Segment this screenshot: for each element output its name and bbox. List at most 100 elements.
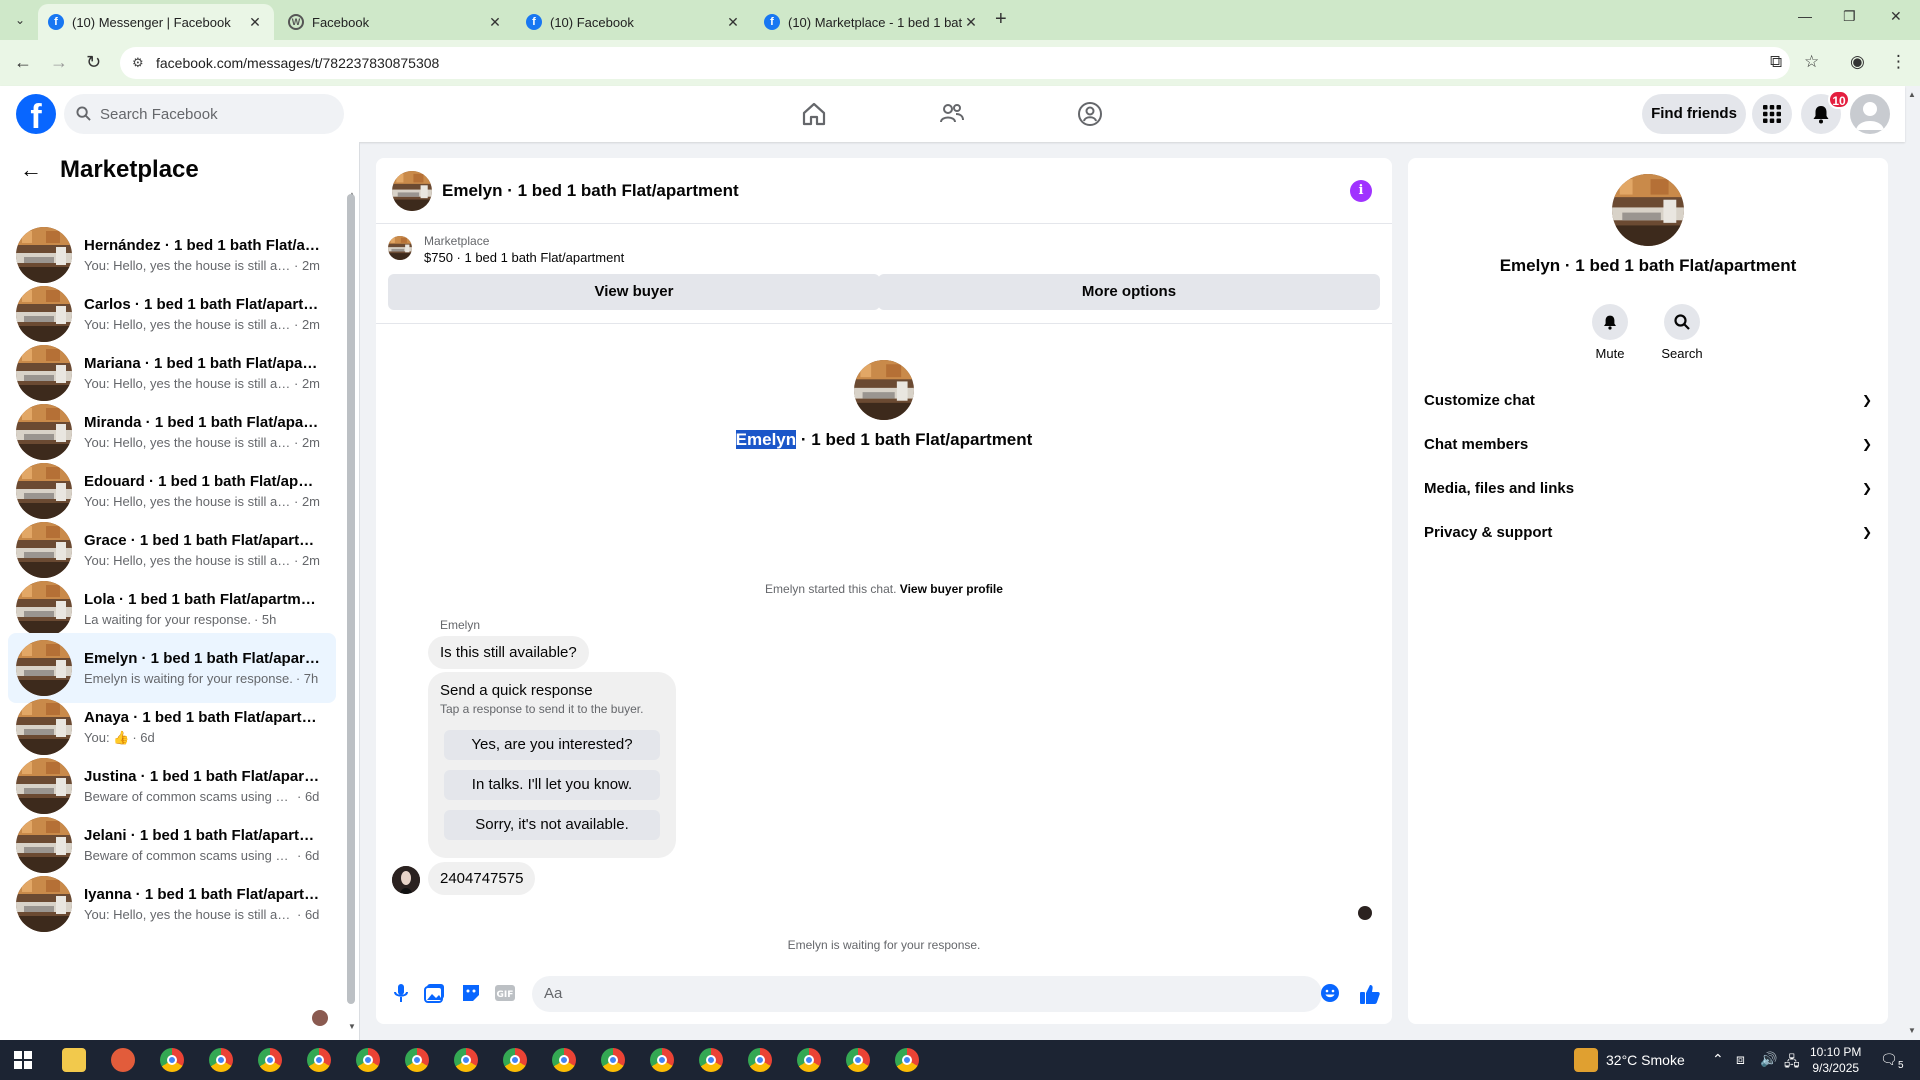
chrome-icon[interactable] — [356, 1048, 380, 1072]
new-tab-button[interactable]: + — [995, 8, 1007, 31]
tab-title: Facebook — [312, 14, 370, 30]
back-arrow-icon[interactable]: ← — [14, 52, 32, 73]
mute-action[interactable]: Mute — [1580, 304, 1640, 361]
view-buyer-profile-link[interactable]: View buyer profile — [900, 582, 1003, 596]
chrome-icon[interactable] — [650, 1048, 674, 1072]
file-explorer-icon[interactable] — [62, 1048, 86, 1072]
conversation-avatar — [16, 227, 72, 283]
chat-members-row[interactable]: Chat members ❯ — [1424, 426, 1872, 462]
windows-start-icon[interactable] — [14, 1051, 32, 1069]
conversation-name: Miranda · 1 bed 1 bath Flat/apartment — [84, 414, 320, 431]
network-icon[interactable]: 🖧 — [1784, 1051, 1800, 1075]
bookmark-star-icon[interactable]: ☆ — [1804, 52, 1819, 72]
chrome-icon[interactable] — [846, 1048, 870, 1072]
conversation-name: Hernández · 1 bed 1 bath Flat/apartment — [84, 237, 320, 254]
tray-chevron-icon[interactable]: ⌃ — [1712, 1051, 1724, 1068]
chrome-icon[interactable] — [454, 1048, 478, 1072]
chat-avatar[interactable] — [392, 170, 432, 211]
account-avatar[interactable] — [1850, 94, 1890, 134]
conversation-preview: You: Hello, yes the house is still avail… — [84, 494, 320, 509]
volume-icon[interactable]: 🔊 — [1760, 1051, 1777, 1068]
menu-dots-icon[interactable]: ⋮ — [1890, 52, 1907, 72]
message-input[interactable]: Aa — [532, 976, 1322, 1012]
page-scroll-down-icon[interactable]: ▼ — [1908, 1026, 1916, 1035]
paint-app-icon[interactable] — [111, 1048, 135, 1072]
message-bubble[interactable]: 2404747575 — [428, 862, 536, 895]
close-tab-icon[interactable]: ✕ — [724, 14, 742, 31]
chat-title[interactable]: Emelyn · 1 bed 1 bath Flat/apartment — [442, 181, 739, 201]
quick-response-not-available-button[interactable]: Sorry, it's not available. — [444, 810, 660, 840]
weather-icon[interactable] — [1574, 1048, 1598, 1072]
weather-text[interactable]: 32°C Smoke — [1606, 1052, 1685, 1068]
chrome-icon[interactable] — [258, 1048, 282, 1072]
close-window-button[interactable]: ✕ — [1890, 8, 1902, 25]
sender-avatar[interactable] — [392, 866, 420, 894]
search-input[interactable]: Search Facebook — [64, 94, 344, 134]
view-buyer-button[interactable]: View buyer — [388, 274, 880, 310]
quick-response-in-talks-button[interactable]: In talks. I'll let you know. — [444, 770, 660, 800]
forward-arrow-icon[interactable]: → — [50, 52, 68, 73]
chrome-icon[interactable] — [895, 1048, 919, 1072]
bell-icon[interactable] — [1592, 304, 1628, 340]
browser-tab-marketplace[interactable]: f (10) Marketplace - 1 bed 1 bath ✕ — [754, 4, 990, 40]
message-bubble[interactable]: Is this still available? — [428, 636, 589, 669]
quick-response-yes-button[interactable]: Yes, are you interested? — [444, 730, 660, 760]
facebook-logo-icon[interactable]: f — [16, 94, 56, 134]
tab-search-chevron-icon[interactable]: ⌄ — [8, 9, 32, 31]
menu-grid-icon[interactable] — [1752, 94, 1792, 134]
search-icon[interactable] — [1664, 304, 1700, 340]
back-arrow-icon[interactable]: ← — [20, 157, 42, 183]
sidebar-scrollbar[interactable] — [347, 194, 355, 1004]
tray-camera-icon[interactable]: ⧈ — [1736, 1051, 1745, 1068]
chrome-icon[interactable] — [601, 1048, 625, 1072]
site-info-icon[interactable]: ⚙ — [132, 55, 144, 71]
media-files-links-row[interactable]: Media, files and links ❯ — [1424, 470, 1872, 506]
clock[interactable]: 10:10 PM 9/3/2025 — [1810, 1044, 1861, 1076]
browser-tab-facebook[interactable]: W Facebook ✕ — [278, 4, 514, 40]
browser-tab-messenger[interactable]: f (10) Messenger | Facebook ✕ — [38, 4, 274, 40]
url-field[interactable]: ⚙ facebook.com/messages/t/78223783087530… — [120, 47, 1790, 79]
close-tab-icon[interactable]: ✕ — [962, 14, 980, 31]
chrome-icon[interactable] — [748, 1048, 772, 1072]
thumbs-up-icon[interactable] — [1358, 982, 1380, 1004]
profile-icon[interactable]: ◉ — [1850, 52, 1865, 72]
info-icon[interactable]: i — [1350, 180, 1372, 202]
search-action[interactable]: Search — [1652, 304, 1712, 361]
sidebar-title: Marketplace — [60, 156, 199, 183]
close-tab-icon[interactable]: ✕ — [486, 14, 504, 31]
minimize-button[interactable]: — — [1798, 8, 1812, 24]
conversation-text: Anaya · 1 bed 1 bath Flat/apartment You: … — [84, 709, 320, 746]
install-app-icon[interactable]: ⧉ — [1770, 52, 1782, 72]
chrome-icon[interactable] — [405, 1048, 429, 1072]
page-scroll-up-icon[interactable]: ▲ — [1908, 90, 1916, 99]
gif-icon[interactable]: GIF — [494, 982, 516, 1004]
find-friends-button[interactable]: Find friends — [1642, 94, 1746, 134]
notification-center-icon[interactable]: 🗨 — [1880, 1051, 1898, 1068]
browser-tab-facebook-2[interactable]: f (10) Facebook ✕ — [516, 4, 752, 40]
chrome-icon[interactable] — [307, 1048, 331, 1072]
home-icon[interactable] — [800, 100, 828, 128]
chrome-icon[interactable] — [209, 1048, 233, 1072]
conversation-preview: You: Hello, yes the house is still avail… — [84, 907, 320, 922]
emoji-icon[interactable] — [1320, 983, 1342, 1005]
chrome-icon[interactable] — [160, 1048, 184, 1072]
chrome-icon[interactable] — [503, 1048, 527, 1072]
conversation-item[interactable]: Iyanna · 1 bed 1 bath Flat/apartment You:… — [8, 869, 336, 939]
friends-icon[interactable] — [938, 100, 966, 128]
photo-icon[interactable] — [424, 982, 446, 1004]
privacy-support-row[interactable]: Privacy & support ❯ — [1424, 514, 1872, 550]
groups-icon[interactable] — [1076, 100, 1104, 128]
reload-icon[interactable]: ↻ — [86, 52, 101, 73]
microphone-icon[interactable] — [390, 982, 412, 1004]
conversation-avatar — [16, 404, 72, 460]
chrome-icon[interactable] — [552, 1048, 576, 1072]
chrome-icon[interactable] — [797, 1048, 821, 1072]
scroll-down-icon[interactable]: ▼ — [348, 1022, 356, 1031]
sticker-icon[interactable] — [460, 982, 482, 1004]
more-options-button[interactable]: More options — [878, 274, 1380, 310]
chat-header: Emelyn · 1 bed 1 bath Flat/apartment — [376, 158, 1392, 224]
maximize-button[interactable]: ❐ — [1843, 8, 1856, 25]
chrome-icon[interactable] — [699, 1048, 723, 1072]
close-tab-icon[interactable]: ✕ — [246, 14, 264, 31]
customize-chat-row[interactable]: Customize chat ❯ — [1424, 382, 1872, 418]
